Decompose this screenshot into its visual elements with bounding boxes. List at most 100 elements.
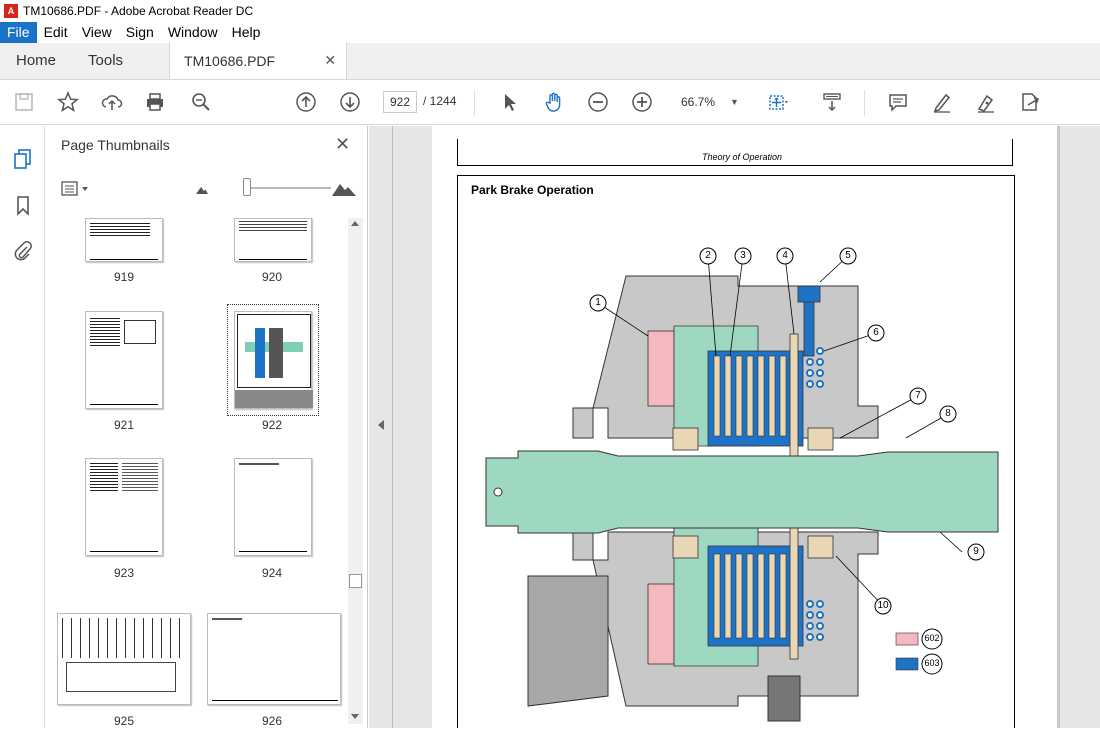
small-mountain-icon[interactable] — [195, 182, 209, 196]
callout-2: 2 — [705, 250, 711, 261]
bearing-lower-right — [807, 535, 834, 559]
toolbar-divider — [864, 90, 865, 116]
scrollbar-thumb[interactable] — [349, 574, 362, 588]
page-total: / 1244 — [423, 94, 457, 108]
callout-8: 8 — [945, 408, 951, 419]
thumbnail-label: 926 — [261, 714, 283, 728]
callout-6: 6 — [873, 327, 879, 338]
page-thumbnails-icon[interactable] — [12, 148, 34, 170]
content-frame: Park Brake Operation 1 2 3 4 5 6 7 8 9 1… — [457, 175, 1015, 728]
tab-bar: Home Tools TM10686.PDF ✕ — [0, 42, 1100, 80]
callout-7: 7 — [915, 390, 921, 401]
next-page-icon[interactable] — [338, 90, 362, 114]
callout-1: 1 — [595, 297, 601, 308]
thumbnail-label: 920 — [261, 270, 283, 284]
left-nav-rail — [0, 126, 45, 728]
fluid-port-fitting — [797, 285, 821, 303]
thumbnail-options-icon[interactable] — [61, 180, 91, 198]
menu-bar: File Edit View Sign Window Help — [0, 22, 1100, 43]
thumbnail-size-slider-track[interactable] — [245, 187, 331, 189]
thumbnail-page-selected[interactable] — [234, 311, 313, 409]
search-zoom-icon[interactable] — [189, 90, 213, 114]
thumbnail-page[interactable] — [207, 613, 341, 705]
bookmarks-icon[interactable] — [12, 194, 34, 216]
legend-code-602: 602 — [924, 633, 940, 643]
previous-page-icon[interactable] — [294, 90, 318, 114]
thumbnail-page[interactable] — [234, 218, 312, 262]
thumbnail-page[interactable] — [234, 458, 312, 556]
zoom-in-icon[interactable] — [630, 90, 654, 114]
page-number-input[interactable]: 922 — [383, 91, 417, 113]
chevron-down-icon: ▼ — [730, 97, 739, 107]
title-bar: A TM10686.PDF - Adobe Acrobat Reader DC — [0, 0, 1100, 22]
sign-pen-icon[interactable] — [974, 90, 998, 114]
pressure-cavity-upper — [647, 330, 675, 407]
thumbnail-label: 925 — [113, 714, 135, 728]
bearing-upper-right — [807, 427, 834, 451]
pressure-cavity-lower — [647, 583, 675, 665]
thumbnail-label: 919 — [113, 270, 135, 284]
tab-document[interactable]: TM10686.PDF ✕ — [169, 42, 348, 79]
bearing-lower-left — [672, 535, 699, 559]
menu-window[interactable]: Window — [161, 22, 225, 43]
window-title: TM10686.PDF - Adobe Acrobat Reader DC — [23, 4, 254, 18]
print-icon[interactable] — [143, 90, 167, 114]
tab-tools[interactable]: Tools — [72, 43, 139, 79]
fit-page-icon[interactable] — [766, 90, 790, 114]
legend-swatch-603 — [895, 657, 919, 671]
upload-cloud-icon[interactable] — [100, 90, 124, 114]
friction-plates-lower — [713, 553, 787, 639]
close-panel-icon[interactable]: ✕ — [335, 134, 350, 155]
highlight-pen-icon[interactable] — [930, 90, 954, 114]
page-shadow — [1057, 126, 1060, 728]
zoom-level-value: 66.7% — [681, 95, 716, 109]
thumbnail-page[interactable] — [85, 218, 163, 262]
close-tab-icon[interactable]: ✕ — [324, 52, 336, 69]
menu-sign[interactable]: Sign — [119, 22, 161, 43]
scroll-mode-icon[interactable] — [820, 90, 844, 114]
scroll-down-arrow-icon[interactable] — [351, 714, 359, 719]
thumbnail-page[interactable] — [85, 458, 163, 556]
panel-title: Page Thumbnails — [61, 137, 170, 153]
friction-plates-upper — [713, 355, 787, 437]
zoom-out-icon[interactable] — [586, 90, 610, 114]
disc-pack-lower — [707, 545, 804, 647]
thumbnail-label: 924 — [261, 566, 283, 580]
thumbnails-scrollbar[interactable] — [348, 218, 363, 724]
share-export-icon[interactable] — [1018, 90, 1042, 114]
shaft-center-hole — [493, 487, 503, 497]
thumbnail-size-slider-thumb[interactable] — [243, 178, 251, 196]
menu-view[interactable]: View — [75, 22, 119, 43]
select-cursor-icon[interactable] — [498, 90, 522, 114]
tab-document-label: TM10686.PDF — [184, 52, 276, 69]
callout-10: 10 — [877, 600, 889, 611]
thumbnail-label: 921 — [113, 418, 135, 432]
tab-home[interactable]: Home — [0, 43, 72, 79]
callout-9: 9 — [973, 546, 979, 557]
output-shaft — [485, 450, 999, 534]
comment-icon[interactable] — [886, 90, 910, 114]
collapse-panel-arrow-icon[interactable] — [378, 420, 384, 430]
bearing-upper-left — [672, 427, 699, 451]
scroll-up-arrow-icon[interactable] — [351, 221, 359, 226]
menu-file[interactable]: File — [0, 22, 37, 43]
menu-edit[interactable]: Edit — [37, 22, 75, 43]
save-icon[interactable] — [12, 90, 36, 114]
callout-3: 3 — [740, 250, 746, 261]
thumbnail-tools — [61, 178, 361, 200]
zoom-level-select[interactable]: 66.7% ▼ — [672, 91, 746, 113]
menu-help[interactable]: Help — [225, 22, 268, 43]
page-header-text: Theory of Operation — [701, 152, 782, 162]
callout-5: 5 — [845, 250, 851, 261]
thumbnail-page[interactable] — [57, 613, 191, 705]
thumbnails-list: 919 920 921 922 923 924 925 926 — [45, 218, 349, 728]
bookmark-star-icon[interactable] — [56, 90, 80, 114]
thumbnail-page[interactable] — [85, 311, 163, 409]
toolbar-divider — [474, 90, 475, 116]
hand-tool-icon[interactable] — [542, 90, 566, 114]
page-header-box: Theory of Operation — [457, 139, 1013, 166]
attachments-paperclip-icon[interactable] — [12, 240, 34, 262]
callout-4: 4 — [782, 250, 788, 261]
large-mountain-icon[interactable] — [331, 178, 357, 198]
toolbar: 922 / 1244 66.7% ▼ — [0, 80, 1100, 125]
